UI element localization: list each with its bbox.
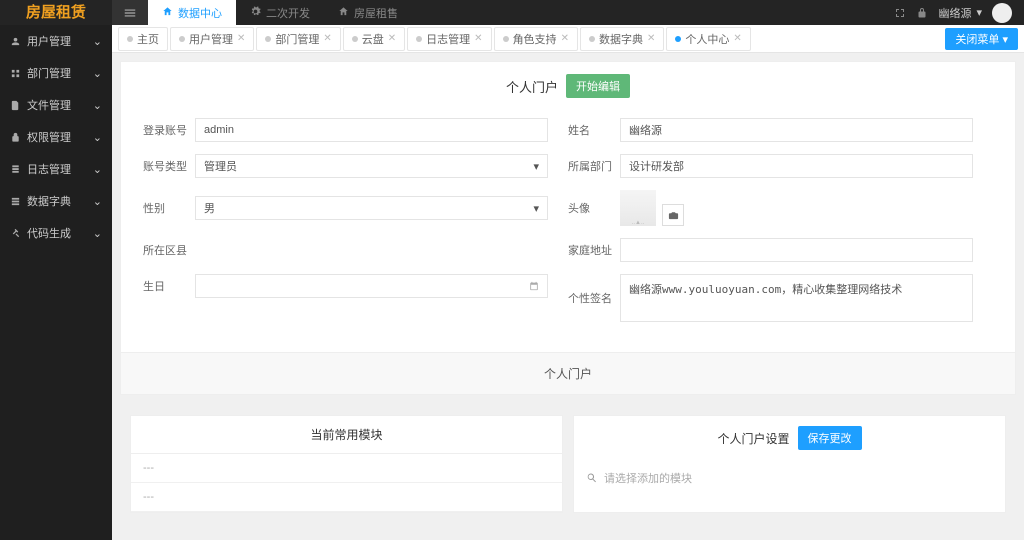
- department-label: 所属部门: [568, 158, 620, 174]
- close-icon[interactable]: ✕: [388, 33, 396, 44]
- chevron-down-icon: ⌄: [93, 195, 102, 208]
- sidebar-icon: [10, 196, 21, 207]
- tab-dot: [675, 36, 681, 42]
- topnav-item[interactable]: 房屋租售: [324, 0, 412, 25]
- birthday-label: 生日: [143, 278, 195, 294]
- sidebar-icon: [10, 100, 21, 111]
- tab-dot: [179, 36, 185, 42]
- sidebar-item[interactable]: 代码生成⌄: [0, 217, 112, 249]
- calendar-icon: [529, 281, 539, 291]
- close-icon[interactable]: ✕: [237, 33, 245, 44]
- close-icon[interactable]: ✕: [561, 33, 569, 44]
- home-addr-label: 家庭地址: [568, 242, 620, 258]
- chevron-down-icon: ⌄: [93, 67, 102, 80]
- sidebar-item[interactable]: 用户管理⌄: [0, 25, 112, 57]
- topnav-item[interactable]: 二次开发: [236, 0, 324, 25]
- lock-icon[interactable]: [916, 7, 928, 19]
- user-menu[interactable]: 幽络源 ▾: [938, 5, 982, 21]
- chevron-down-icon: ⌄: [93, 163, 102, 176]
- login-account-label: 登录账号: [143, 122, 195, 138]
- sidebar-icon: [10, 228, 21, 239]
- topnav-item[interactable]: 数据中心: [148, 0, 236, 25]
- tab[interactable]: 云盘✕: [343, 27, 405, 51]
- tab[interactable]: 日志管理✕: [407, 27, 491, 51]
- birthday-input[interactable]: [195, 274, 548, 298]
- sidebar-item[interactable]: 数据字典⌄: [0, 185, 112, 217]
- edit-button[interactable]: 开始编辑: [566, 74, 630, 98]
- close-icon[interactable]: ✕: [323, 33, 331, 44]
- module-item[interactable]: ---: [131, 483, 562, 512]
- chevron-down-icon: ▾: [533, 160, 539, 173]
- tab[interactable]: 部门管理✕: [256, 27, 340, 51]
- tab-dot: [503, 36, 509, 42]
- nav-icon: [162, 6, 173, 20]
- nav-icon: [250, 6, 261, 20]
- tab[interactable]: 个人中心✕: [666, 27, 750, 51]
- nav-icon: [338, 6, 349, 20]
- sidebar-icon: [10, 36, 21, 47]
- sidebar-item[interactable]: 文件管理⌄: [0, 89, 112, 121]
- login-account-input[interactable]: [195, 118, 548, 142]
- fullscreen-icon[interactable]: [894, 7, 906, 19]
- signature-label: 个性签名: [568, 290, 620, 306]
- search-icon: [586, 472, 598, 484]
- account-type-select[interactable]: 管理员 ▾: [195, 154, 548, 178]
- portal-settings-title: 个人门户设置: [717, 430, 789, 447]
- menu-toggle[interactable]: [112, 0, 148, 25]
- save-button[interactable]: 保存更改: [798, 426, 862, 450]
- tab-dot: [416, 36, 422, 42]
- sidebar-icon: [10, 68, 21, 79]
- tab[interactable]: 主页: [118, 27, 168, 51]
- avatar-label: 头像: [568, 200, 620, 216]
- chevron-down-icon: ▾: [533, 202, 539, 215]
- module-search[interactable]: 请选择添加的模块: [574, 460, 1005, 496]
- name-input[interactable]: [620, 118, 973, 142]
- home-addr-input[interactable]: [620, 238, 973, 262]
- chevron-down-icon: ⌄: [93, 131, 102, 144]
- panel-title: 个人门户: [506, 77, 558, 96]
- tab-dot: [352, 36, 358, 42]
- tab[interactable]: 数据字典✕: [580, 27, 664, 51]
- avatar[interactable]: [992, 3, 1012, 23]
- chevron-down-icon: ▾: [976, 6, 982, 19]
- avatar-preview: ..▲..: [620, 190, 656, 226]
- region-input[interactable]: [195, 238, 548, 262]
- tab[interactable]: 角色支持✕: [494, 27, 578, 51]
- chevron-down-icon: ⌄: [93, 99, 102, 112]
- sidebar-icon: [10, 132, 21, 143]
- logo: 房屋租赁: [0, 0, 112, 25]
- close-icon[interactable]: ✕: [647, 33, 655, 44]
- close-icon[interactable]: ✕: [474, 33, 482, 44]
- tab-dot: [127, 36, 133, 42]
- gender-label: 性别: [143, 200, 195, 216]
- chevron-down-icon: ⌄: [93, 227, 102, 240]
- close-all-tabs[interactable]: 关闭菜单 ▾: [945, 28, 1018, 50]
- chevron-down-icon: ⌄: [93, 35, 102, 48]
- camera-icon: [668, 210, 679, 221]
- sidebar-item[interactable]: 日志管理⌄: [0, 153, 112, 185]
- sidebar-item[interactable]: 部门管理⌄: [0, 57, 112, 89]
- sidebar-icon: [10, 164, 21, 175]
- current-modules-title: 当前常用模块: [131, 416, 562, 453]
- menu-icon: [123, 6, 137, 20]
- department-input[interactable]: [620, 154, 973, 178]
- region-label: 所在区县: [143, 242, 195, 258]
- tab-dot: [265, 36, 271, 42]
- signature-textarea[interactable]: 幽络源www.youluoyuan.com，精心收集整理网络技术: [620, 274, 973, 322]
- tab[interactable]: 用户管理✕: [170, 27, 254, 51]
- module-item[interactable]: ---: [131, 454, 562, 483]
- user-name: 幽络源: [938, 5, 971, 21]
- name-label: 姓名: [568, 122, 620, 138]
- gender-select[interactable]: 男 ▾: [195, 196, 548, 220]
- close-icon[interactable]: ✕: [733, 33, 741, 44]
- sidebar-item[interactable]: 权限管理⌄: [0, 121, 112, 153]
- section-title: 个人门户: [121, 352, 1015, 394]
- account-type-label: 账号类型: [143, 158, 195, 174]
- tab-dot: [589, 36, 595, 42]
- avatar-upload-button[interactable]: [662, 204, 684, 226]
